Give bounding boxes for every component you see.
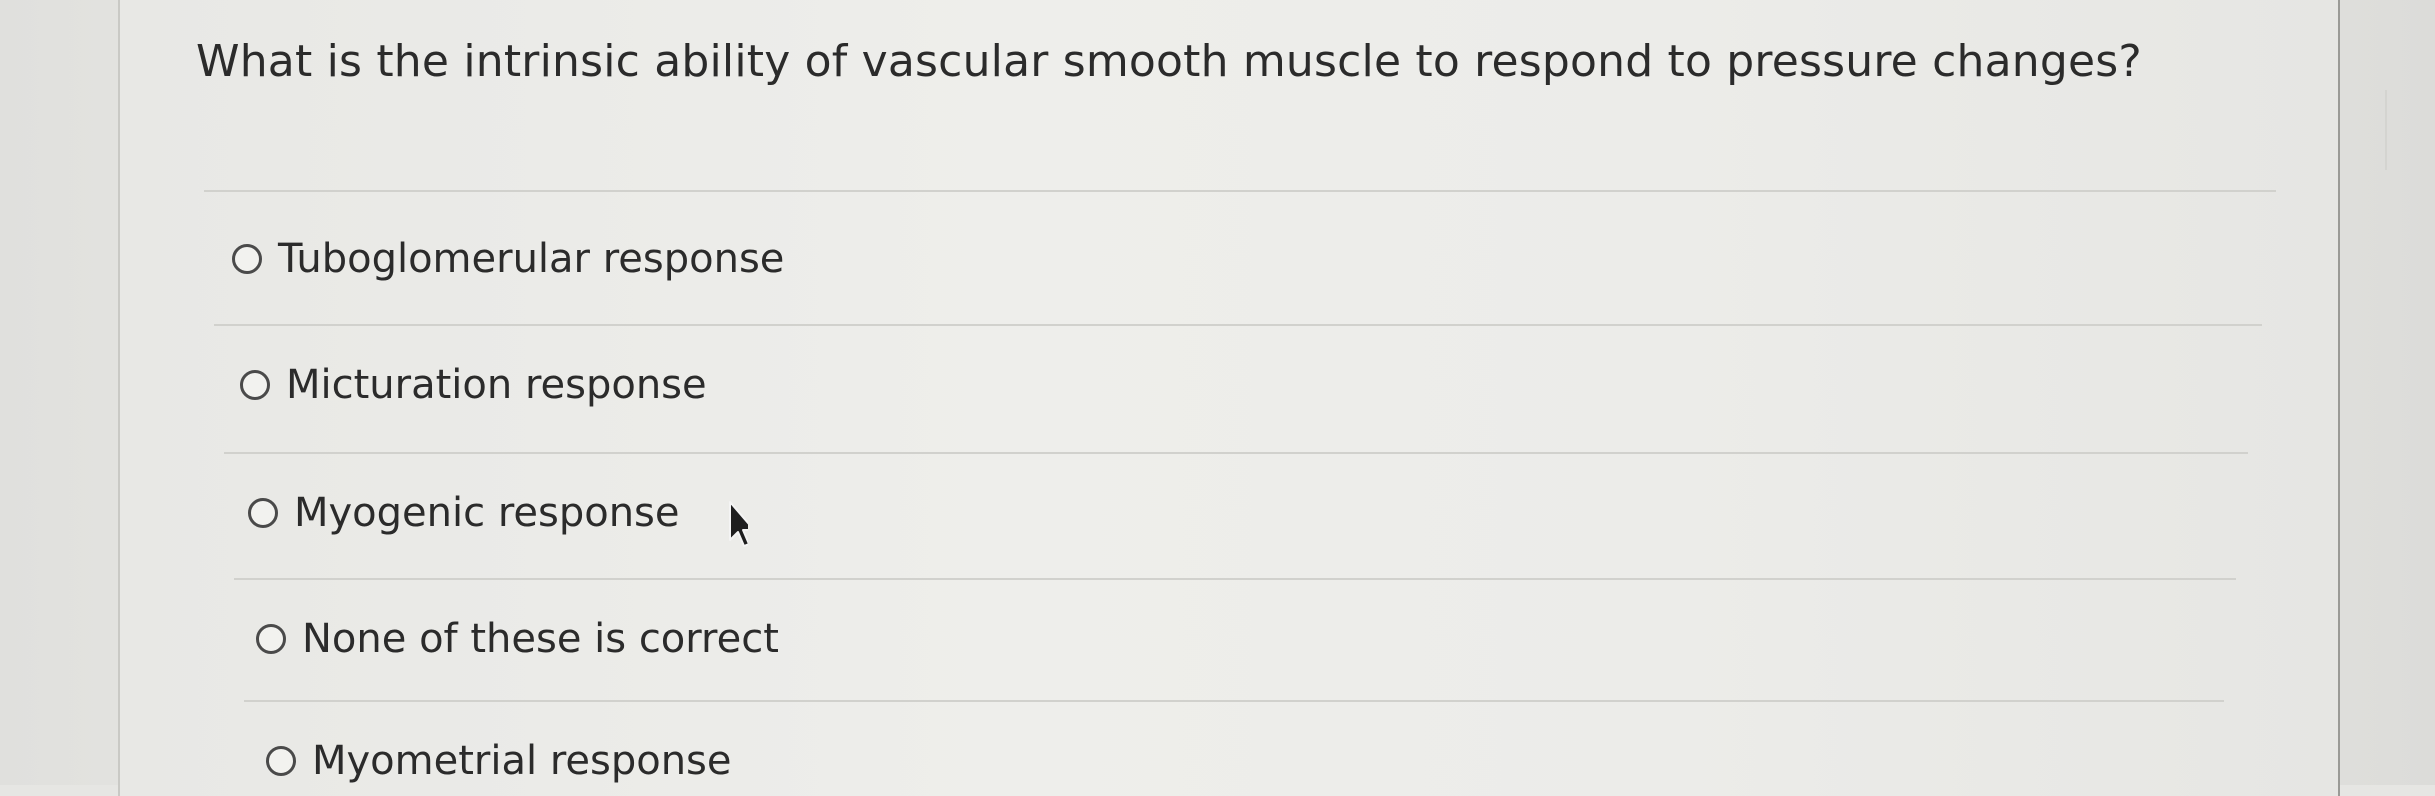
mouse-pointer-icon [729,501,748,547]
option-myometrial[interactable]: Myometrial response [266,738,732,784]
option-divider [214,324,2262,326]
question-panel: What is the intrinsic ability of vascula… [118,0,2340,796]
edge-line [2385,90,2387,170]
option-label: Myogenic response [294,490,680,536]
option-divider [224,452,2248,454]
option-label: Myometrial response [312,738,732,784]
question-text: What is the intrinsic ability of vascula… [196,36,2142,87]
option-divider [244,700,2224,702]
option-none-correct[interactable]: None of these is correct [256,616,779,662]
radio-unselected-icon[interactable] [232,244,262,274]
option-divider [234,578,2236,580]
radio-unselected-icon[interactable] [266,746,296,776]
radio-unselected-icon[interactable] [240,370,270,400]
option-myogenic[interactable]: Myogenic response [248,490,680,536]
radio-unselected-icon[interactable] [248,498,278,528]
question-divider [204,190,2276,192]
option-label: Tuboglomerular response [278,236,785,282]
option-micturation[interactable]: Micturation response [240,362,707,408]
option-tuboglomerular[interactable]: Tuboglomerular response [232,236,784,282]
option-label: None of these is correct [302,616,779,662]
screen-background: What is the intrinsic ability of vascula… [0,0,2435,796]
radio-unselected-icon[interactable] [256,624,286,654]
option-label: Micturation response [286,362,707,408]
